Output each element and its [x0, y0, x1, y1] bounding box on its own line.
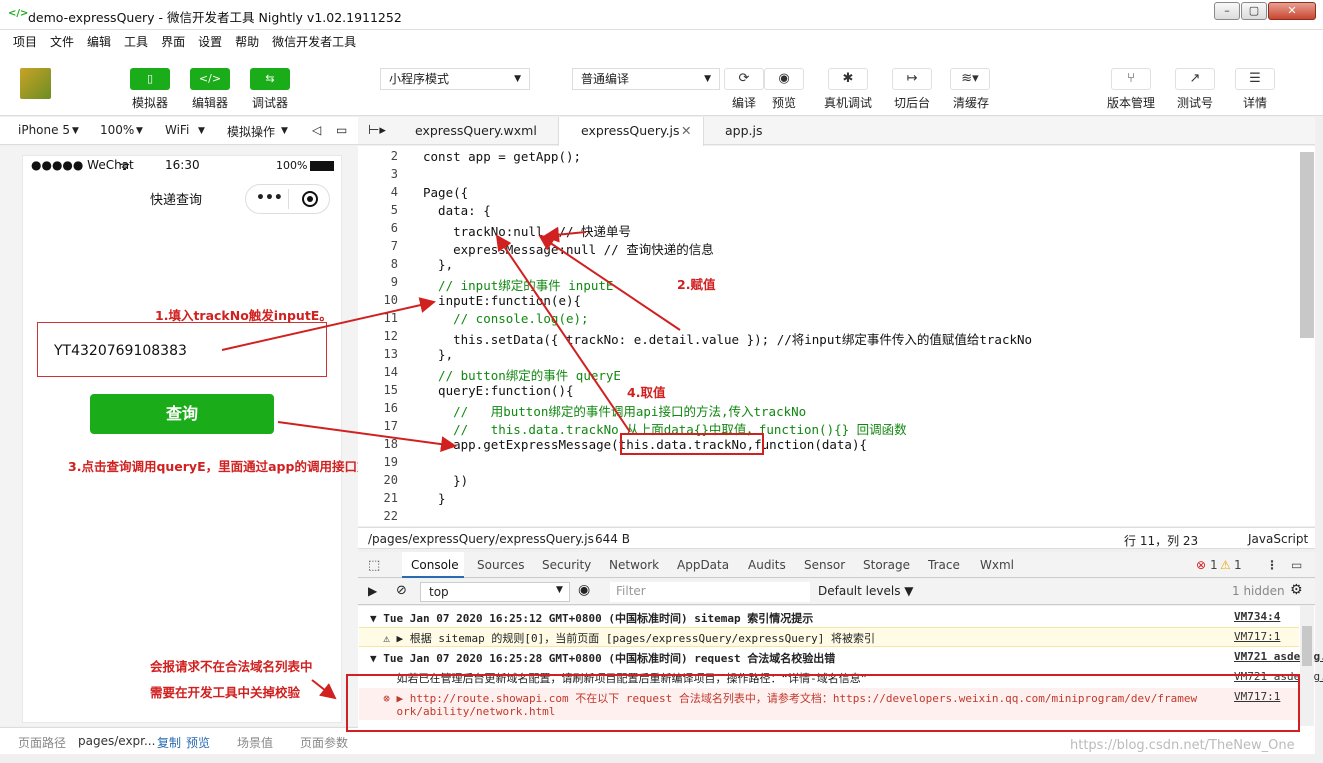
arrow-button-to-queryE — [277, 421, 457, 453]
arrow-read-value — [495, 234, 631, 433]
devtools-window: </> demo-expressQuery - 微信开发者工具 Nightly … — [0, 0, 1323, 763]
arrow-to-error — [311, 679, 337, 700]
arrow-assign-value — [538, 234, 681, 331]
annotation-arrows — [221, 226, 681, 700]
arrow-assign-head — [543, 226, 587, 243]
arrow-input-to-inputE — [221, 297, 436, 351]
